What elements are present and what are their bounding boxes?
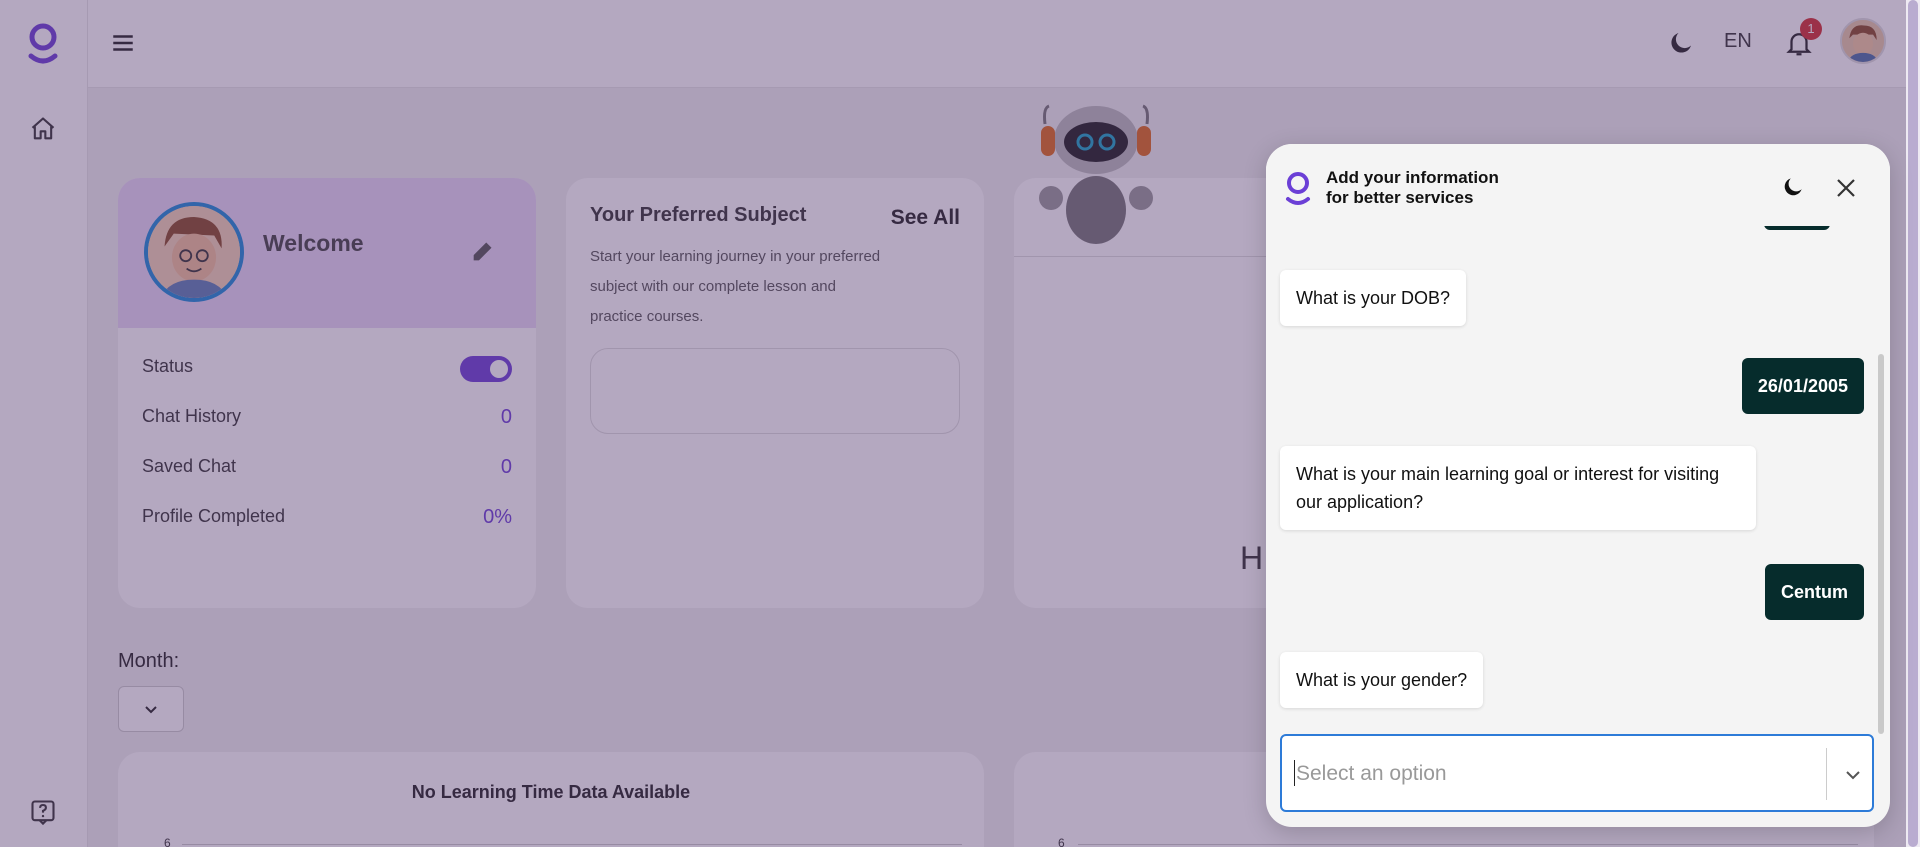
modal-header: Add your information for better services (1266, 144, 1890, 226)
bot-message: What is your main learning goal or inter… (1280, 446, 1756, 530)
modal-title-line2: for better services (1326, 188, 1474, 207)
moon-icon[interactable] (1780, 174, 1806, 200)
modal-title-line1: Add your information (1326, 168, 1499, 187)
bot-message: What is your DOB? (1280, 270, 1467, 326)
text-cursor (1294, 760, 1295, 786)
bot-message: What is your gender? (1280, 652, 1484, 708)
chevron-down-icon[interactable] (1844, 766, 1862, 784)
user-message: Centum (1765, 564, 1864, 620)
select-separator (1826, 748, 1827, 800)
close-icon[interactable] (1834, 176, 1858, 200)
user-message: 26/01/2005 (1741, 358, 1864, 414)
select-placeholder: Select an option (1296, 762, 1447, 785)
chat-scrollbar[interactable] (1878, 354, 1884, 734)
gender-select[interactable]: Select an option (1280, 734, 1874, 812)
page-scrollbar-thumb[interactable] (1908, 0, 1918, 847)
modal-title: Add your information for better services (1326, 168, 1499, 208)
onboarding-chat-modal: Add your information for better services… (1266, 144, 1890, 827)
logo-icon (1286, 172, 1310, 205)
